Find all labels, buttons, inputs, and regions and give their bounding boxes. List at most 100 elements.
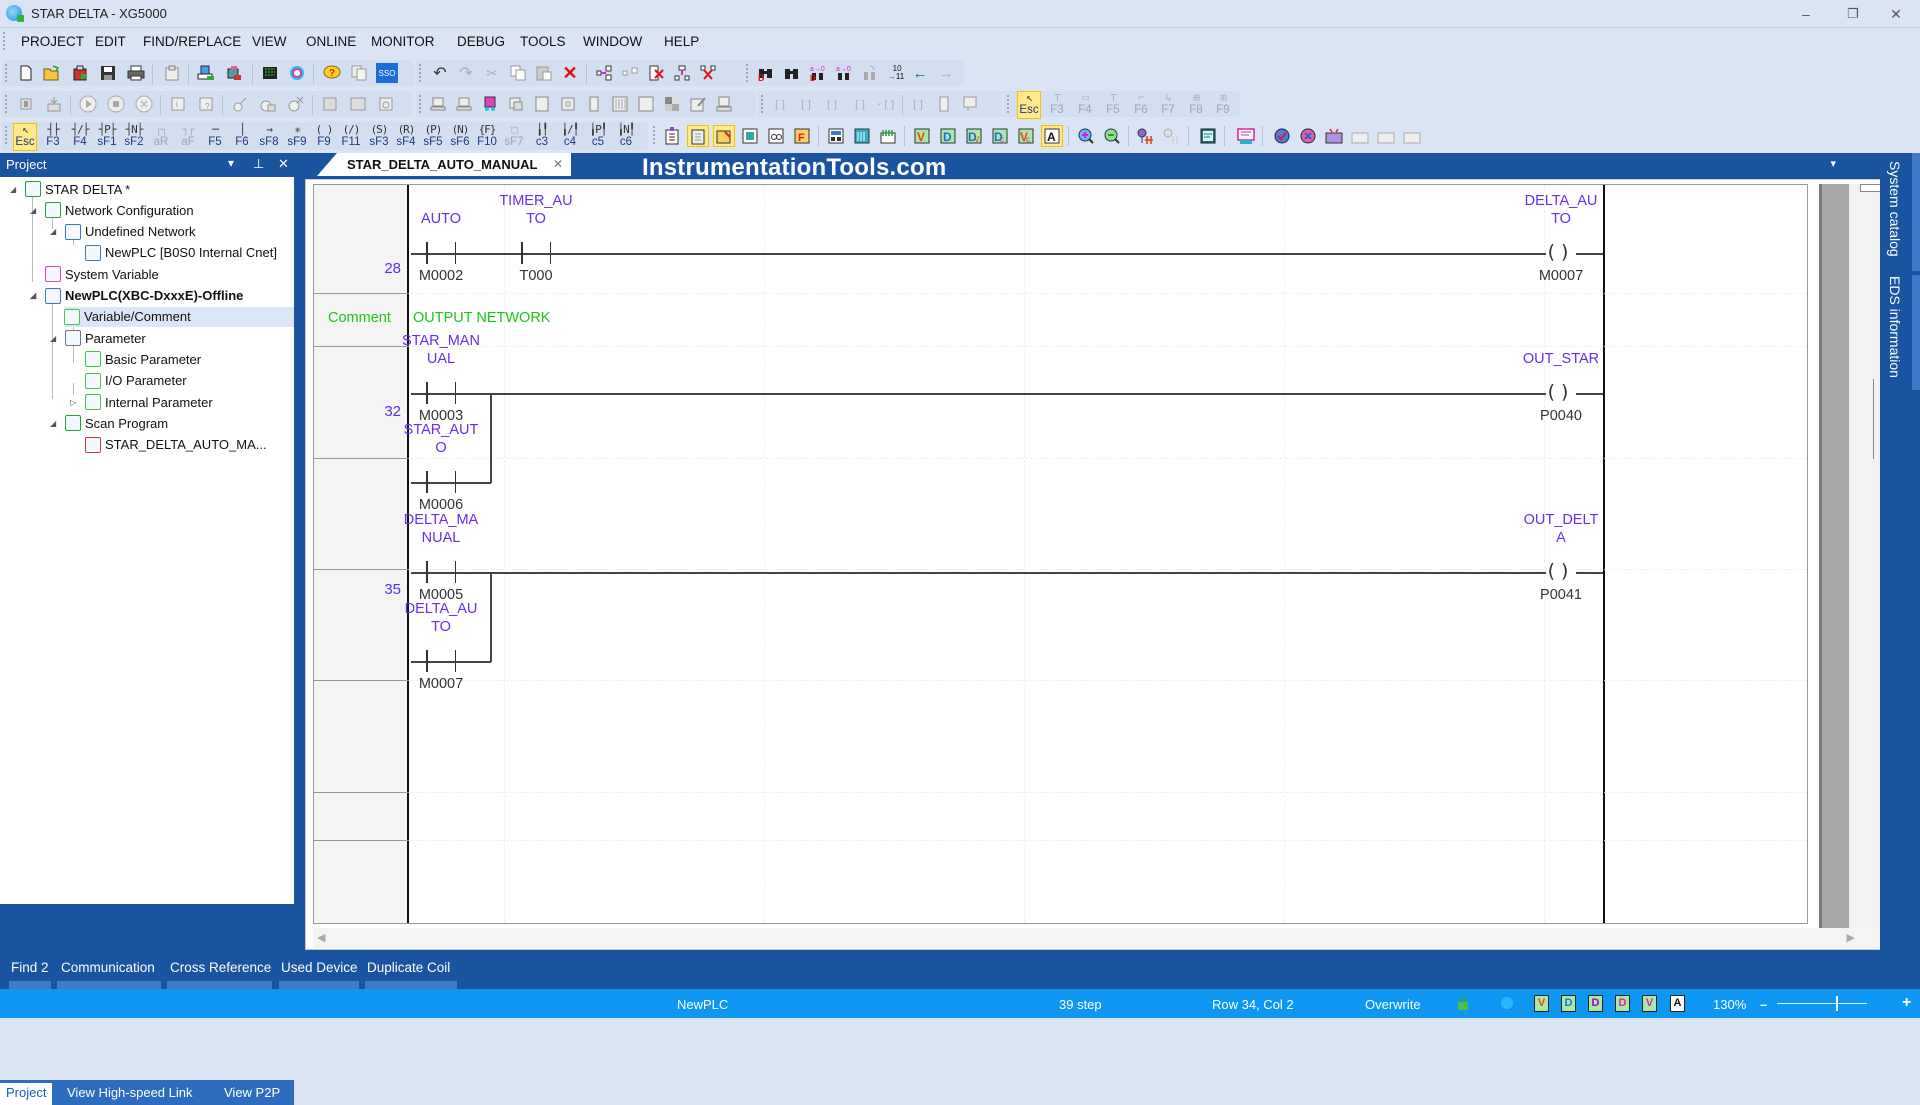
goto-step-icon[interactable]: 10 →11 (886, 63, 906, 83)
tree-node[interactable]: Variable/Comment (64, 306, 294, 327)
replace-icon[interactable]: a→0 (834, 63, 854, 83)
device-comment-view-icon[interactable]: Dc (990, 126, 1010, 146)
address-view-icon[interactable]: A (1041, 125, 1063, 147)
print-preview-icon[interactable] (162, 63, 182, 83)
block-key-f5[interactable]: ⊤ F5 (1102, 92, 1124, 118)
contact-no[interactable] (426, 650, 456, 672)
special-module-icon[interactable] (558, 94, 578, 114)
memory-icon[interactable] (662, 94, 682, 114)
ladder-key-sf3[interactable]: (S) sF3 (368, 124, 390, 150)
zoom-in-button[interactable]: + (1902, 994, 1911, 1012)
find-window-icon[interactable] (766, 126, 786, 146)
comment-text[interactable]: OUTPUT NETWORK (413, 310, 550, 326)
system-monitor-icon[interactable] (532, 94, 552, 114)
bar-graph-icon[interactable] (636, 94, 656, 114)
address-view-icon[interactable]: A (1670, 995, 1685, 1012)
io-monitor-icon[interactable] (584, 94, 604, 114)
graph-icon[interactable] (610, 94, 630, 114)
plc-history-icon[interactable]: ? (196, 94, 216, 114)
io-skip-icon[interactable] (348, 94, 368, 114)
rung-edit-icon[interactable] (960, 94, 980, 114)
cut-icon[interactable]: ✂ (482, 63, 502, 83)
block-key-f3[interactable]: ⊤ F3 (1046, 92, 1068, 118)
find-device-icon[interactable]: D (756, 63, 776, 83)
variable-comment-view-icon[interactable]: Vc (1016, 126, 1036, 146)
horizontal-scrollbar[interactable]: ◀ ▶ (313, 928, 1883, 948)
tree-node[interactable]: ◢ NewPLC(XBC-DxxxE)-Offline (30, 286, 243, 306)
ladder-key-f9[interactable]: ( ) F9 (313, 124, 335, 150)
side-tab-system-catalog[interactable]: System catalog (1887, 161, 1903, 257)
contact-no[interactable] (426, 382, 456, 404)
tree-node[interactable]: ◢ Parameter (50, 328, 146, 348)
open-from-plc-icon[interactable] (70, 63, 90, 83)
tree-node[interactable]: ◢ Undefined Network (50, 222, 196, 242)
variable-view-icon[interactable]: V (1534, 995, 1549, 1012)
side-tab-eds-information[interactable]: EDS information (1887, 276, 1903, 378)
vertical-scroll-thumb[interactable] (1860, 184, 1882, 192)
disconnect-icon[interactable] (224, 63, 244, 83)
io-info-icon[interactable] (320, 94, 340, 114)
ladder-key-sf5[interactable]: (P) sF5 (422, 124, 444, 150)
force-io-icon[interactable] (230, 94, 250, 114)
tab-view-high-speed-link[interactable]: View High-speed Link (61, 1083, 199, 1105)
rung-append-icon[interactable]: [] (796, 94, 816, 114)
paste-icon[interactable] (534, 63, 554, 83)
panel-dropdown-icon[interactable]: ▾ (228, 156, 234, 170)
sso-icon[interactable]: SSO (376, 63, 398, 83)
variable-view-icon[interactable]: V (912, 126, 932, 146)
back-icon[interactable]: ← (910, 63, 930, 83)
tab-duplicate-coil[interactable]: Duplicate Coil (367, 960, 450, 975)
device-view-icon[interactable]: D (1561, 995, 1576, 1012)
tab-cross-reference[interactable]: Cross Reference (170, 960, 271, 975)
monitor-icon[interactable] (260, 63, 280, 83)
write-icon[interactable] (44, 94, 64, 114)
menu-project[interactable]: PROJECT (21, 34, 84, 49)
ladder-diagram[interactable]: 28 32 35 Comment OUTPUT NETWORK AUTO M0002 TIM… (313, 184, 1808, 924)
collapse-arrow-icon[interactable]: ◢ (10, 185, 16, 194)
tree-node[interactable]: ◢ STAR DELTA * (10, 179, 130, 199)
breakpoint-clear-icon[interactable] (1162, 126, 1182, 146)
ladder-key-f10[interactable]: {F} F10 (476, 124, 498, 150)
rung-merge-icon[interactable]: [] (850, 94, 870, 114)
tree-node[interactable]: ◢ Scan Program (50, 413, 168, 433)
clear-plc-icon[interactable] (286, 94, 306, 114)
ladder-key-sf6[interactable]: (N) sF6 (449, 124, 471, 150)
scan-icon[interactable] (287, 63, 307, 83)
find-icon[interactable] (782, 63, 802, 83)
forward-icon[interactable]: → (936, 63, 956, 83)
breakpoint-icon[interactable] (1136, 126, 1156, 146)
menu-grip[interactable] (3, 32, 7, 50)
replace-device-icon[interactable]: a→0 D (808, 63, 828, 83)
insert-cell-icon[interactable] (620, 63, 640, 83)
expand-arrow-icon[interactable]: ▷ (70, 398, 76, 407)
zoom-slider-thumb[interactable] (1836, 996, 1838, 1011)
minimize-button[interactable]: – (1791, 4, 1821, 24)
delete-line-icon[interactable] (646, 63, 666, 83)
ladder-key-c4[interactable]: ╽/╿ c4 (559, 124, 581, 150)
redo-icon[interactable]: ↷ (456, 63, 476, 83)
block-key-f6[interactable]: ⌐ F6 (1130, 92, 1152, 118)
insert-line-icon[interactable] (594, 63, 614, 83)
zoom-out-button[interactable]: – (1760, 997, 1767, 1012)
delete-icon[interactable]: ✕ (560, 63, 580, 83)
menu-window[interactable]: WINDOW (583, 34, 642, 49)
insert-coil-line-icon[interactable] (672, 63, 692, 83)
restore-button[interactable]: ❐ (1838, 4, 1868, 24)
tab-used-device[interactable]: Used Device (281, 960, 358, 975)
connect-icon[interactable] (196, 63, 216, 83)
monitor-window-icon[interactable] (740, 126, 760, 146)
collapse-arrow-icon[interactable]: ◢ (50, 227, 56, 236)
menu-debug[interactable]: DEBUG (457, 34, 505, 49)
toolbar-grip[interactable] (5, 126, 8, 144)
toolbar-grip[interactable] (1007, 95, 1010, 113)
tab-communication[interactable]: Communication (61, 960, 155, 975)
ladder-key-f5[interactable]: ─ F5 (204, 124, 226, 150)
zoom-out-icon[interactable] (1102, 126, 1122, 146)
open-project-icon[interactable] (42, 63, 62, 83)
collapse-arrow-icon[interactable]: ◢ (50, 334, 56, 343)
device-view-icon[interactable]: D (938, 126, 958, 146)
tree-node[interactable]: System Variable (45, 264, 159, 284)
check-program-icon[interactable] (1272, 126, 1292, 146)
device-variable-view-icon[interactable]: D (1588, 995, 1603, 1012)
tree-node[interactable]: I/O Parameter (85, 371, 187, 391)
